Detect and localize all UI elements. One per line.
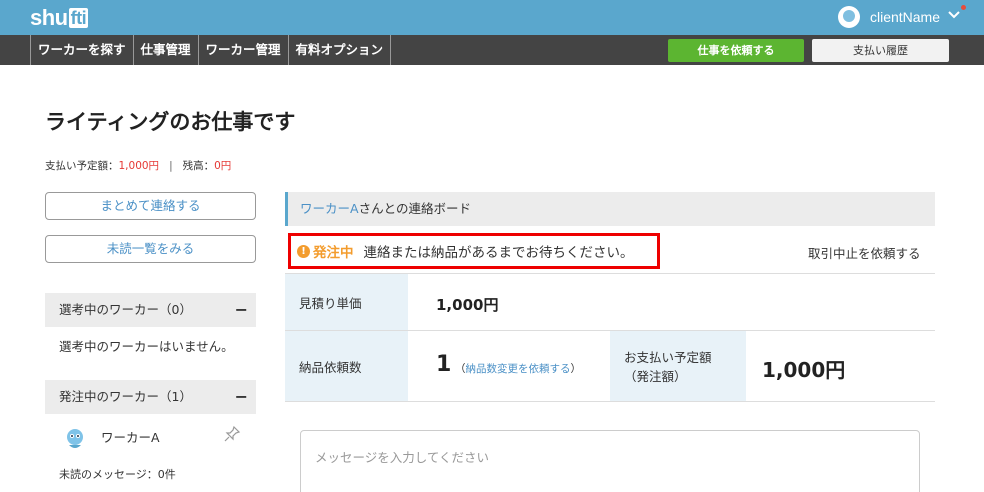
contact-all-button[interactable]: まとめて連絡する bbox=[45, 192, 256, 220]
payment-sublabel: （発注額） bbox=[624, 369, 687, 384]
ordered-workers-header[interactable]: 発注中のワーカー（1） − bbox=[45, 380, 256, 414]
nav-item-find-worker[interactable]: ワーカーを探す bbox=[30, 35, 133, 65]
divider bbox=[285, 401, 935, 402]
page-title: ライティングのお仕事です bbox=[45, 110, 296, 134]
unread-list-button[interactable]: 未読一覧をみる bbox=[45, 235, 256, 263]
request-job-button[interactable]: 仕事を依頼する bbox=[668, 39, 804, 62]
balance-divider: | bbox=[169, 160, 173, 172]
payment-label: お支払い予定額 bbox=[624, 350, 712, 365]
logo-text: shu bbox=[30, 5, 68, 30]
message-placeholder: メッセージを入力してください bbox=[315, 450, 490, 465]
nav-item-job-management[interactable]: 仕事管理 bbox=[132, 35, 198, 65]
payment-value: 1,000円 bbox=[762, 358, 846, 382]
status-message: 連絡または納品があるまでお待ちください。 bbox=[363, 245, 634, 261]
nav-item-paid-options[interactable]: 有料オプション bbox=[287, 35, 392, 65]
selecting-empty-text: 選考中のワーカーはいません。 bbox=[59, 339, 234, 354]
logo[interactable]: shu fti bbox=[30, 5, 89, 31]
worker-name[interactable]: ワーカーA bbox=[101, 427, 160, 446]
worker-avatar-icon bbox=[67, 429, 83, 448]
change-quantity-link[interactable]: 納品数変更を依頼する bbox=[466, 363, 571, 375]
status-badge: 発注中 bbox=[313, 245, 354, 261]
balance-label: 支払い予定額： bbox=[45, 160, 119, 172]
board-title: さんとの連絡ボード bbox=[358, 201, 471, 216]
quantity-change-wrapper: （納品数変更を依頼する） bbox=[455, 363, 581, 375]
username: clientName bbox=[869, 9, 940, 25]
board-worker-link[interactable]: ワーカーA bbox=[300, 201, 359, 216]
logo-box-text: fti bbox=[68, 8, 89, 28]
quantity-label: 納品依頼数 bbox=[285, 331, 408, 401]
board-header: ワーカーAさんとの連絡ボード bbox=[285, 192, 935, 226]
ordered-workers-title: 発注中のワーカー（1） bbox=[59, 389, 192, 404]
balance-value: 1,000円 bbox=[118, 160, 160, 172]
cancel-transaction-link[interactable]: 取引中止を依頼する bbox=[808, 243, 921, 262]
collapse-icon[interactable]: − bbox=[235, 293, 248, 327]
user-menu[interactable]: clientName bbox=[837, 6, 940, 28]
payment-label-cell: お支払い予定額 （発注額） bbox=[610, 331, 746, 401]
top-header: shu fti clientName bbox=[0, 0, 984, 35]
payment-history-button[interactable]: 支払い履歴 bbox=[812, 39, 949, 62]
quantity-value: 1 bbox=[436, 352, 452, 377]
remain-label: 残高： bbox=[182, 160, 215, 172]
unread-messages-count: 未読のメッセージ：0件 bbox=[59, 468, 176, 481]
nav-item-worker-management[interactable]: ワーカー管理 bbox=[197, 35, 288, 65]
selecting-workers-header[interactable]: 選考中のワーカー（0） − bbox=[45, 293, 256, 327]
balance-line: 支払い予定額：1,000円 | 残高：0円 bbox=[45, 158, 231, 173]
unit-price-label: 見積り単価 bbox=[285, 274, 408, 330]
status-highlight: ! 発注中 連絡または納品があるまでお待ちください。 bbox=[288, 233, 660, 269]
notification-dot-icon bbox=[961, 5, 966, 10]
selecting-workers-title: 選考中のワーカー（0） bbox=[59, 302, 192, 317]
avatar bbox=[837, 6, 860, 28]
unit-price-value: 1,000円 bbox=[436, 296, 499, 314]
message-input[interactable]: メッセージを入力してください bbox=[300, 430, 920, 492]
chevron-down-icon[interactable] bbox=[948, 8, 960, 24]
pin-icon[interactable] bbox=[223, 425, 241, 443]
alert-icon: ! bbox=[297, 244, 310, 258]
collapse-icon[interactable]: − bbox=[235, 380, 248, 414]
remain-value: 0円 bbox=[214, 160, 232, 172]
